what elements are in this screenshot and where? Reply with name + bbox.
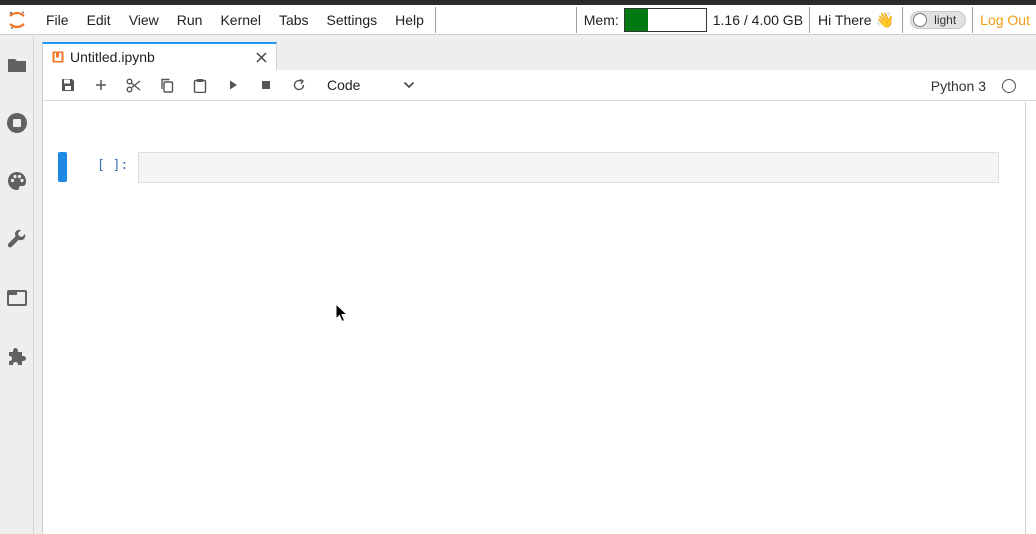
copy-icon [160, 78, 173, 93]
menubar: File Edit View Run Kernel Tabs Settings … [0, 5, 1036, 35]
waving-hand-icon: 👋 [875, 11, 895, 29]
mem-label: Mem: [583, 11, 619, 28]
menu-view[interactable]: View [120, 5, 168, 35]
notebook-panel: Code Python 3 [ ]: [42, 70, 1036, 534]
logout-link[interactable]: Log Out [973, 12, 1036, 28]
kernel-indicator[interactable]: Python 3 [931, 70, 1016, 101]
close-tab-icon[interactable] [248, 45, 274, 69]
tab-window-icon[interactable] [5, 286, 29, 310]
puzzle-icon[interactable] [5, 344, 29, 368]
mouse-pointer-icon [335, 303, 349, 323]
menu-tabs[interactable]: Tabs [270, 5, 318, 35]
scrollbar-track[interactable] [1025, 102, 1026, 534]
paste-cell-button[interactable] [183, 73, 216, 97]
wrench-icon[interactable] [5, 227, 29, 251]
mem-usage-bar [623, 7, 707, 32]
save-icon [61, 79, 74, 91]
insert-cell-button[interactable] [84, 73, 117, 97]
tab-label: Untitled.ipynb [70, 49, 155, 65]
kernel-name[interactable]: Python 3 [931, 78, 986, 94]
menu-divider [434, 6, 436, 33]
code-cell-editor[interactable] [138, 152, 999, 183]
greeting-text: Hi There [818, 11, 872, 28]
cell-type-select[interactable]: Code [327, 73, 419, 97]
theme-toggle-label: light [934, 12, 957, 27]
notebook-toolbar: Code Python 3 [43, 70, 1036, 101]
notebook-file-icon [52, 51, 64, 63]
refresh-icon [293, 78, 304, 91]
menu-run[interactable]: Run [168, 5, 212, 35]
memory-indicator: Mem: 1.16 / 4.00 GB [577, 5, 809, 34]
stop-icon [261, 81, 270, 89]
cell-type-value: Code [327, 77, 361, 93]
jupyter-logo-icon[interactable] [0, 5, 34, 35]
play-icon [229, 80, 237, 90]
kernel-idle-status-icon [1002, 78, 1016, 93]
menu-file[interactable]: File [34, 5, 78, 35]
tab-untitled-notebook[interactable]: Untitled.ipynb [42, 42, 277, 70]
mem-usage-fill [624, 8, 649, 31]
mem-value: 1.16 / 4.00 GB [712, 11, 804, 28]
menu-settings[interactable]: Settings [318, 5, 387, 35]
theme-toggle[interactable]: light [903, 5, 972, 34]
chevron-down-icon [403, 81, 415, 89]
menu-help[interactable]: Help [386, 5, 433, 35]
toggle-knob-icon [913, 12, 928, 27]
scissors-icon [126, 78, 141, 92]
active-cell-indicator[interactable] [58, 152, 67, 182]
menu-kernel[interactable]: Kernel [211, 5, 269, 35]
main-area: Untitled.ipynb Code Python 3 []: [42, 36, 1036, 534]
cut-cell-button[interactable] [117, 73, 150, 97]
stop-circle-icon[interactable] [5, 111, 29, 135]
run-cell-button[interactable] [216, 73, 249, 97]
interrupt-kernel-button[interactable] [249, 73, 282, 97]
main-menu: File Edit View Run Kernel Tabs Settings … [34, 5, 433, 34]
cell-input-prompt: [ ]: [97, 158, 129, 173]
notebook-cells: [ ]: [43, 102, 1036, 534]
menu-edit[interactable]: Edit [78, 5, 120, 35]
copy-cell-button[interactable] [150, 73, 183, 97]
plus-icon [95, 80, 106, 90]
paste-icon [193, 78, 206, 93]
restart-kernel-button[interactable] [282, 73, 315, 97]
tab-bar: Untitled.ipynb [42, 36, 1036, 70]
save-button[interactable] [51, 73, 84, 97]
left-sidebar [0, 36, 34, 534]
folder-icon[interactable] [5, 53, 29, 77]
theme-toggle-switch[interactable]: light [910, 10, 967, 29]
palette-icon[interactable] [5, 169, 29, 193]
user-greeting: Hi There 👋 [810, 5, 902, 34]
